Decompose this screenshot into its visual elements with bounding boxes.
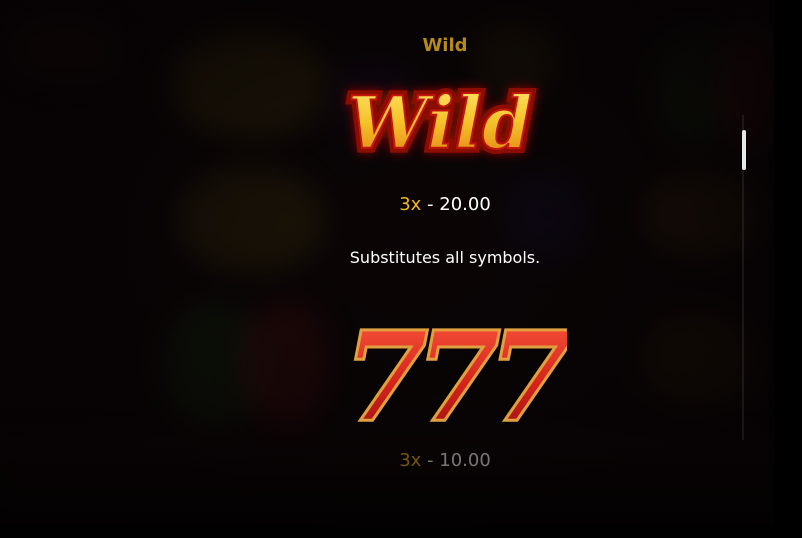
right-edge-border	[774, 0, 802, 538]
wild-payout-value: - 20.00	[421, 194, 491, 215]
svg-text:777: 777	[343, 312, 567, 430]
seven-symbol-icon: 777	[341, 312, 567, 430]
svg-text:Wild: Wild	[348, 80, 533, 165]
wild-description: Substitutes all symbols.	[349, 248, 541, 267]
paytable-panel: Wild Wild Wild 3x - 20.00 Substitutes al…	[0, 0, 770, 538]
wild-symbol-icon: Wild Wild	[343, 78, 538, 170]
scrollbar-thumb[interactable]	[742, 130, 746, 170]
seven-multiplier: 3x	[399, 450, 422, 471]
seven-payout: 3x - 10.00	[0, 450, 802, 471]
wild-payout: 3x - 20.00	[0, 194, 802, 215]
wild-multiplier: 3x	[399, 194, 422, 215]
seven-payout-value: - 10.00	[421, 450, 491, 471]
section-heading: Wild	[422, 35, 468, 56]
